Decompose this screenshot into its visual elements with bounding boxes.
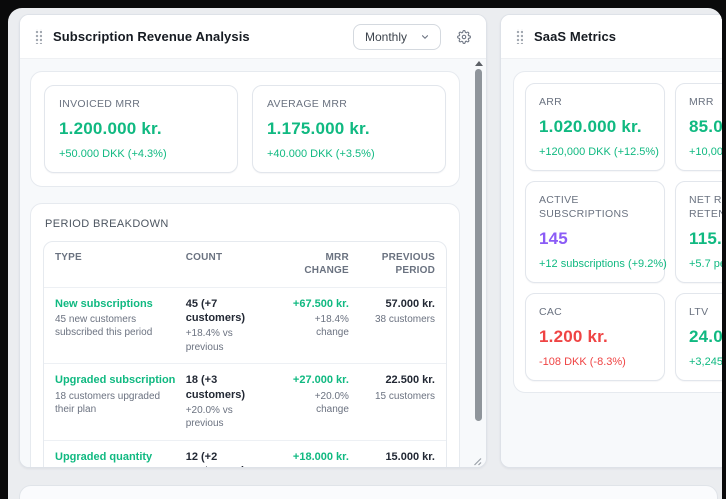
column-header-previous-period: PREVIOUS PERIOD [358, 251, 435, 278]
row-desc: 12 customers increased their usage [55, 466, 177, 467]
panel-title: Subscription Revenue Analysis [53, 29, 250, 44]
metric-card-cac: CAC 1.200 kr. -108 DKK (-8.3%) [525, 293, 665, 381]
scroll-up-arrow-icon[interactable] [475, 61, 483, 66]
kpi-label: INVOICED MRR [59, 97, 223, 112]
panel-scroll-area: INVOICED MRR 1.200.000 kr. +50.000 DKK (… [20, 59, 486, 467]
metric-value: 115.2% [689, 229, 722, 249]
metric-value: 145 [539, 229, 651, 249]
panel-header: Subscription Revenue Analysis Monthly [20, 15, 486, 59]
row-mrr-change: +18.000 kr. [280, 450, 349, 464]
metric-card-arr: ARR 1.020.000 kr. +120,000 DKK (+12.5%) [525, 83, 665, 171]
metric-label: MRR [689, 95, 722, 110]
row-mrr-sub: +18.4% change [280, 313, 349, 340]
table-header-row: TYPE COUNT MRR CHANGE PREVIOUS PERIOD [44, 242, 446, 287]
chevron-down-icon [420, 32, 430, 42]
metric-label: LTV [689, 305, 722, 320]
row-prev: 22.500 kr. [358, 373, 435, 387]
row-prev: 15.000 kr. [358, 450, 435, 464]
period-breakdown-section: PERIOD BREAKDOWN TYPE COUNT MRR CHANGE P… [30, 203, 460, 467]
row-type: Upgraded quantity [55, 450, 177, 464]
vertical-scrollbar[interactable] [474, 61, 483, 468]
kpi-section: INVOICED MRR 1.200.000 kr. +50.000 DKK (… [30, 71, 460, 187]
table-row: Upgraded quantity 12 customers increased… [44, 440, 446, 467]
row-mrr-sub: +20.0% change [280, 390, 349, 417]
column-header-count: COUNT [186, 251, 271, 278]
row-prev: 57.000 kr. [358, 297, 435, 311]
breakdown-table: TYPE COUNT MRR CHANGE PREVIOUS PERIOD Ne… [43, 241, 447, 467]
metric-value: 1.200 kr. [539, 327, 651, 347]
metric-delta: +12 subscriptions (+9.2%) [539, 258, 651, 270]
metric-card-ltv: LTV 24.000 kr. +3,245 DKK [675, 293, 722, 381]
metrics-section: ARR 1.020.000 kr. +120,000 DKK (+12.5%) … [513, 71, 722, 393]
metric-value: 24.000 kr. [689, 327, 722, 347]
kpi-card-invoiced-mrr: INVOICED MRR 1.200.000 kr. +50.000 DKK (… [44, 85, 238, 173]
column-header-mrr-change: MRR CHANGE [280, 251, 349, 278]
kpi-card-average-mrr: AVERAGE MRR 1.175.000 kr. +40.000 DKK (+… [252, 85, 446, 173]
metric-card-net-revenue-retention: NET REVENUE RETENTION 115.2% +5.7 percen… [675, 181, 722, 283]
metric-label: CAC [539, 305, 651, 320]
metric-label: ARR [539, 95, 651, 110]
row-count-sub: +18.4% vs previous [186, 327, 271, 354]
table-row: New subscriptions 45 new customers subsc… [44, 287, 446, 364]
gear-icon [457, 30, 471, 44]
table-row: Upgraded subscription 18 customers upgra… [44, 363, 446, 440]
row-mrr-change: +27.000 kr. [280, 373, 349, 387]
metric-delta: +120,000 DKK (+12.5%) [539, 146, 651, 158]
metric-card-mrr: MRR 85.000 kr. +10,000 DKK [675, 83, 722, 171]
panel-title: SaaS Metrics [534, 29, 616, 44]
metric-delta: +5.7 percentage points [689, 258, 722, 270]
metric-delta: +3,245 DKK [689, 356, 722, 368]
row-desc: 18 customers upgraded their plan [55, 390, 177, 417]
row-desc: 45 new customers subscribed this period [55, 313, 177, 340]
period-select-value: Monthly [365, 30, 407, 44]
row-mrr-sub: +20.0% change [280, 466, 349, 467]
metric-value: 1.020.000 kr. [539, 117, 651, 137]
metric-delta: +10,000 DKK [689, 146, 722, 158]
row-prev-sub: 38 customers [358, 313, 435, 327]
drag-handle-icon[interactable] [516, 29, 523, 44]
row-mrr-change: +67.500 kr. [280, 297, 349, 311]
row-count: 18 (+3 customers) [186, 373, 271, 402]
metric-label: NET REVENUE RETENTION [689, 193, 722, 222]
saas-metrics-panel: SaaS Metrics ARR 1.020.000 kr. +120,000 … [500, 14, 722, 468]
period-select[interactable]: Monthly [353, 24, 441, 50]
section-title: PERIOD BREAKDOWN [45, 218, 447, 230]
kpi-label: AVERAGE MRR [267, 97, 431, 112]
settings-button[interactable] [457, 30, 471, 44]
row-type: Upgraded subscription [55, 373, 177, 387]
column-header-type: TYPE [55, 251, 177, 278]
kpi-delta: +50.000 DKK (+4.3%) [59, 148, 223, 160]
row-count-sub: +20.0% vs previous [186, 404, 271, 431]
metric-card-active-subscriptions: ACTIVE SUBSCRIPTIONS 145 +12 subscriptio… [525, 181, 665, 283]
metric-value: 85.000 kr. [689, 117, 722, 137]
metric-label: ACTIVE SUBSCRIPTIONS [539, 193, 651, 222]
panel-content: ARR 1.020.000 kr. +120,000 DKK (+12.5%) … [501, 59, 722, 467]
row-prev-sub: 10 customers [358, 466, 435, 467]
row-count: 12 (+2 customers) [186, 450, 271, 467]
app-window: Subscription Revenue Analysis Monthly IN… [8, 8, 722, 499]
kpi-value: 1.200.000 kr. [59, 119, 223, 139]
row-count: 45 (+7 customers) [186, 297, 271, 326]
row-type: New subscriptions [55, 297, 177, 311]
drag-handle-icon[interactable] [35, 29, 42, 44]
panel-header: SaaS Metrics [501, 15, 722, 59]
subscription-revenue-panel: Subscription Revenue Analysis Monthly IN… [19, 14, 487, 468]
metric-delta: -108 DKK (-8.3%) [539, 356, 651, 368]
kpi-value: 1.175.000 kr. [267, 119, 431, 139]
kpi-delta: +40.000 DKK (+3.5%) [267, 148, 431, 160]
scrollbar-thumb[interactable] [475, 69, 482, 421]
row-prev-sub: 15 customers [358, 390, 435, 404]
next-widget-panel [19, 485, 718, 499]
resize-handle[interactable] [471, 453, 482, 464]
